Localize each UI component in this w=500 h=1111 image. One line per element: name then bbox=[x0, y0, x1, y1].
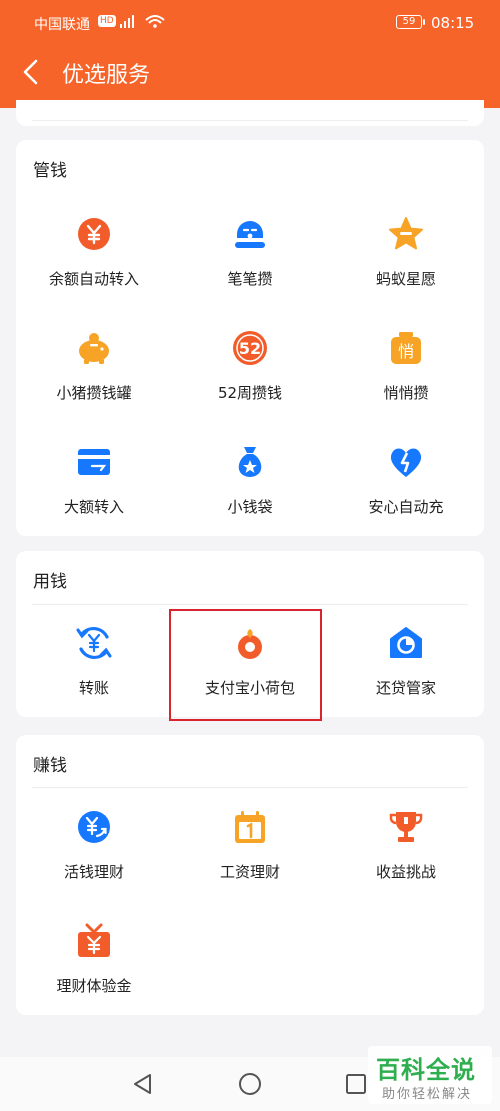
page-title: 优选服务 bbox=[62, 63, 151, 88]
divider bbox=[32, 120, 468, 121]
piggy-face-icon bbox=[232, 216, 268, 252]
52-badge-icon: 52 bbox=[232, 330, 268, 366]
service-item-trial-fund[interactable]: 理财体验金 bbox=[16, 923, 172, 1023]
service-label: 理财体验金 bbox=[56, 977, 132, 995]
piggy-bank-icon bbox=[76, 330, 112, 366]
service-label: 支付宝小荷包 bbox=[204, 679, 295, 697]
service-item-lotus-purse[interactable]: 支付宝小荷包 bbox=[172, 625, 328, 725]
section-title: 用钱 bbox=[33, 572, 67, 592]
status-bar: 中国联通 HD 59 08:15 bbox=[0, 0, 500, 40]
service-item-large-transfer[interactable]: 大额转入 bbox=[16, 444, 172, 544]
service-item-earning-challenge[interactable]: 收益挑战 bbox=[328, 809, 484, 909]
service-label: 余额自动转入 bbox=[48, 270, 139, 288]
nav-recents-icon[interactable] bbox=[343, 1071, 369, 1097]
transfer-icon bbox=[76, 625, 112, 661]
back-arrow-icon[interactable] bbox=[18, 58, 46, 86]
section-spend-money: 用钱 转账 支付宝小荷包 还贷管家 bbox=[16, 551, 484, 717]
card-transfer-icon bbox=[76, 444, 112, 480]
service-item-auto-recharge[interactable]: 安心自动充 bbox=[328, 444, 484, 544]
watermark-logo: 百科全说 助你轻松解决 bbox=[368, 1046, 492, 1104]
star-icon bbox=[388, 216, 424, 252]
nav-back-icon[interactable] bbox=[130, 1071, 156, 1097]
section-manage-money: 管钱 余额自动转入 笔笔攒 蚂蚁星愿 小猪攒钱罐 52 52周攒钱 悄 悄悄攒 … bbox=[16, 140, 484, 536]
section-earn-money: 赚钱 活钱理财 工资理财 收益挑战 理财体验金 bbox=[16, 735, 484, 1015]
service-item-auto-transfer[interactable]: 余额自动转入 bbox=[16, 216, 172, 316]
svg-text:悄: 悄 bbox=[398, 342, 414, 361]
service-label: 悄悄攒 bbox=[383, 384, 429, 402]
battery-indicator: 59 bbox=[396, 15, 425, 29]
service-item-piggy-bank[interactable]: 小猪攒钱罐 bbox=[16, 330, 172, 430]
service-item-transfer[interactable]: 转账 bbox=[16, 625, 172, 725]
signal-wifi-icon bbox=[120, 15, 165, 28]
section-title: 赚钱 bbox=[33, 756, 67, 776]
service-label: 小钱袋 bbox=[227, 498, 273, 516]
service-item-small-purse[interactable]: 小钱袋 bbox=[172, 444, 328, 544]
money-bag-icon bbox=[232, 444, 268, 480]
previous-section-card bbox=[16, 100, 484, 126]
nav-home-icon[interactable] bbox=[237, 1071, 263, 1097]
service-label: 52周攒钱 bbox=[217, 384, 283, 402]
service-label: 安心自动充 bbox=[368, 498, 444, 516]
service-label: 活钱理财 bbox=[63, 863, 124, 881]
divider bbox=[32, 787, 468, 788]
lotus-purse-icon bbox=[232, 625, 268, 661]
hd-badge: HD bbox=[98, 15, 116, 27]
clock: 08:15 bbox=[431, 14, 475, 32]
watermark-title: 百科全说 bbox=[376, 1056, 476, 1084]
yen-circle-icon bbox=[76, 216, 112, 252]
service-label: 笔笔攒 bbox=[227, 270, 273, 288]
app-header: 中国联通 HD 59 08:15 优选服务 bbox=[0, 0, 500, 108]
service-label: 小猪攒钱罐 bbox=[56, 384, 132, 402]
service-item-ant-wish[interactable]: 蚂蚁星愿 bbox=[328, 216, 484, 316]
gift-yen-icon bbox=[76, 923, 112, 959]
service-label: 收益挑战 bbox=[375, 863, 436, 881]
service-label: 工资理财 bbox=[219, 863, 280, 881]
service-item-52-week[interactable]: 52 52周攒钱 bbox=[172, 330, 328, 430]
svg-text:52: 52 bbox=[239, 339, 261, 358]
service-item-flexible-finance[interactable]: 活钱理财 bbox=[16, 809, 172, 909]
secret-jar-icon: 悄 bbox=[388, 330, 424, 366]
service-item-loan-manager[interactable]: 还贷管家 bbox=[328, 625, 484, 725]
trophy-icon bbox=[388, 809, 424, 845]
loan-manager-icon bbox=[388, 625, 424, 661]
service-label: 转账 bbox=[78, 679, 109, 697]
heart-charge-icon bbox=[388, 444, 424, 480]
service-label: 大额转入 bbox=[63, 498, 124, 516]
carrier-name: 中国联通 bbox=[34, 17, 90, 33]
service-item-salary-finance[interactable]: 工资理财 bbox=[172, 809, 328, 909]
service-label: 还贷管家 bbox=[375, 679, 436, 697]
section-title: 管钱 bbox=[33, 161, 67, 181]
service-label: 蚂蚁星愿 bbox=[375, 270, 436, 288]
calendar-icon bbox=[232, 809, 268, 845]
divider bbox=[32, 604, 468, 605]
service-item-bibizan[interactable]: 笔笔攒 bbox=[172, 216, 328, 316]
service-item-secret-save[interactable]: 悄 悄悄攒 bbox=[328, 330, 484, 430]
yen-flow-icon bbox=[76, 809, 112, 845]
watermark-subtitle: 助你轻松解决 bbox=[382, 1087, 473, 1102]
